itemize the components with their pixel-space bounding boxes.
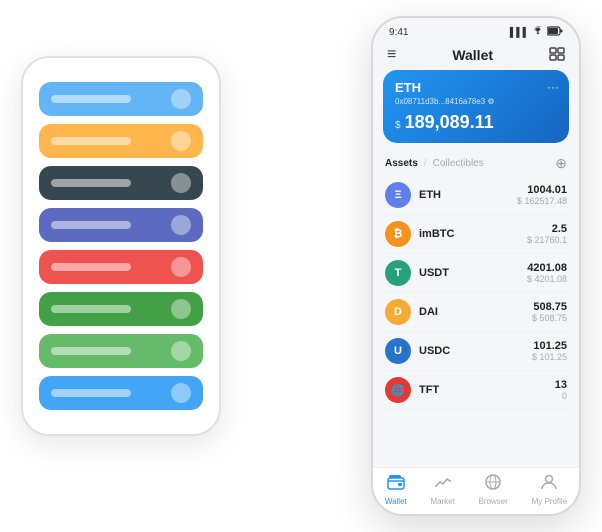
token-name-usdt: USDT	[419, 267, 527, 279]
eth-card-currency: $	[395, 120, 401, 131]
dai-amount: 508.75	[532, 301, 567, 313]
page-title: Wallet	[452, 47, 493, 63]
tft-usd: 0	[555, 391, 567, 401]
eth-card[interactable]: ··· ETH 0x08711d3b...8416a78e3 ⚙ $ 189,0…	[383, 70, 569, 143]
tab-assets[interactable]: Assets	[385, 158, 418, 169]
card-item-5[interactable]	[39, 250, 203, 284]
imbtc-amount: 2.5	[527, 223, 567, 235]
market-icon	[434, 474, 452, 495]
assets-header: Assets / Collectibles ⊕	[373, 151, 579, 176]
browser-icon	[484, 474, 502, 495]
eth-usd: $ 162517.48	[517, 196, 567, 206]
nav-browser[interactable]: Browser	[479, 474, 508, 506]
token-list: Ξ ETH 1004.01 $ 162517.48 ₿ imBTC 2.5 $ …	[373, 176, 579, 467]
assets-tabs: Assets / Collectibles	[385, 158, 484, 169]
dai-logo: D	[385, 299, 411, 325]
usdt-logo: T	[385, 260, 411, 286]
token-item-imbtc[interactable]: ₿ imBTC 2.5 $ 21760.1	[383, 215, 569, 254]
tab-separator: /	[424, 158, 427, 169]
card-item-7[interactable]	[39, 334, 203, 368]
card-icon-2	[171, 131, 191, 151]
token-amounts-eth: 1004.01 $ 162517.48	[517, 184, 567, 206]
card-icon-8	[171, 383, 191, 403]
tft-amount: 13	[555, 379, 567, 391]
card-item-1[interactable]	[39, 82, 203, 116]
wallet-icon	[387, 474, 405, 495]
nav-bar: ≡ Wallet	[373, 42, 579, 70]
dai-usd: $ 508.75	[532, 313, 567, 323]
card-item-4[interactable]	[39, 208, 203, 242]
token-item-dai[interactable]: D DAI 508.75 $ 508.75	[383, 293, 569, 332]
profile-icon	[540, 474, 558, 495]
wifi-icon	[532, 26, 544, 38]
usdc-amount: 101.25	[532, 340, 567, 352]
usdt-usd: $ 4201.08	[527, 274, 567, 284]
wallet-nav-label: Wallet	[385, 497, 407, 506]
menu-icon[interactable]: ≡	[387, 46, 396, 64]
token-item-tft[interactable]: 🌐 TFT 13 0	[383, 371, 569, 410]
battery-icon	[547, 26, 563, 38]
imbtc-logo: ₿	[385, 221, 411, 247]
status-bar: 9:41 ▌▌▌	[373, 18, 579, 42]
bottom-nav: Wallet Market	[373, 467, 579, 514]
token-amounts-usdc: 101.25 $ 101.25	[532, 340, 567, 362]
usdc-logo: U	[385, 338, 411, 364]
card-icon-6	[171, 299, 191, 319]
card-icon-3	[171, 173, 191, 193]
card-label-3	[51, 179, 131, 187]
token-name-tft: TFT	[419, 384, 555, 396]
eth-card-menu[interactable]: ···	[547, 80, 559, 94]
add-asset-button[interactable]: ⊕	[555, 155, 567, 172]
card-icon-1	[171, 89, 191, 109]
card-label-2	[51, 137, 131, 145]
nav-wallet[interactable]: Wallet	[385, 474, 407, 506]
card-item-2[interactable]	[39, 124, 203, 158]
eth-card-address: 0x08711d3b...8416a78e3 ⚙	[395, 97, 557, 106]
market-nav-label: Market	[430, 497, 454, 506]
nav-market[interactable]: Market	[430, 474, 454, 506]
token-name-usdc: USDC	[419, 345, 532, 357]
browser-nav-label: Browser	[479, 497, 508, 506]
card-icon-7	[171, 341, 191, 361]
card-label-5	[51, 263, 131, 271]
usdt-amount: 4201.08	[527, 262, 567, 274]
card-item-6[interactable]	[39, 292, 203, 326]
tab-collectibles[interactable]: Collectibles	[433, 158, 484, 169]
card-icon-4	[171, 215, 191, 235]
card-icon-5	[171, 257, 191, 277]
token-name-eth: ETH	[419, 189, 517, 201]
eth-card-amount: 189,089.11	[405, 112, 494, 133]
token-amounts-tft: 13 0	[555, 379, 567, 401]
card-label-8	[51, 389, 131, 397]
token-item-usdt[interactable]: T USDT 4201.08 $ 4201.08	[383, 254, 569, 293]
card-label-6	[51, 305, 131, 313]
scene: 9:41 ▌▌▌ ≡ Wallet	[21, 16, 581, 516]
status-icons: ▌▌▌	[510, 26, 563, 38]
token-amounts-imbtc: 2.5 $ 21760.1	[527, 223, 567, 245]
front-phone: 9:41 ▌▌▌ ≡ Wallet	[371, 16, 581, 516]
card-label-7	[51, 347, 131, 355]
signal-icon: ▌▌▌	[510, 27, 529, 37]
token-amounts-dai: 508.75 $ 508.75	[532, 301, 567, 323]
token-name-dai: DAI	[419, 306, 532, 318]
profile-nav-label: My Profile	[532, 497, 568, 506]
expand-icon[interactable]	[549, 47, 565, 64]
card-item-8[interactable]	[39, 376, 203, 410]
token-amounts-usdt: 4201.08 $ 4201.08	[527, 262, 567, 284]
imbtc-usd: $ 21760.1	[527, 235, 567, 245]
token-item-eth[interactable]: Ξ ETH 1004.01 $ 162517.48	[383, 176, 569, 215]
card-label-1	[51, 95, 131, 103]
eth-card-token: ETH	[395, 80, 557, 95]
usdc-usd: $ 101.25	[532, 352, 567, 362]
card-label-4	[51, 221, 131, 229]
eth-amount: 1004.01	[517, 184, 567, 196]
token-item-usdc[interactable]: U USDC 101.25 $ 101.25	[383, 332, 569, 371]
nav-profile[interactable]: My Profile	[532, 474, 568, 506]
tft-logo: 🌐	[385, 377, 411, 403]
token-name-imbtc: imBTC	[419, 228, 527, 240]
back-phone	[21, 56, 221, 436]
time-display: 9:41	[389, 27, 408, 38]
eth-logo: Ξ	[385, 182, 411, 208]
card-item-3[interactable]	[39, 166, 203, 200]
